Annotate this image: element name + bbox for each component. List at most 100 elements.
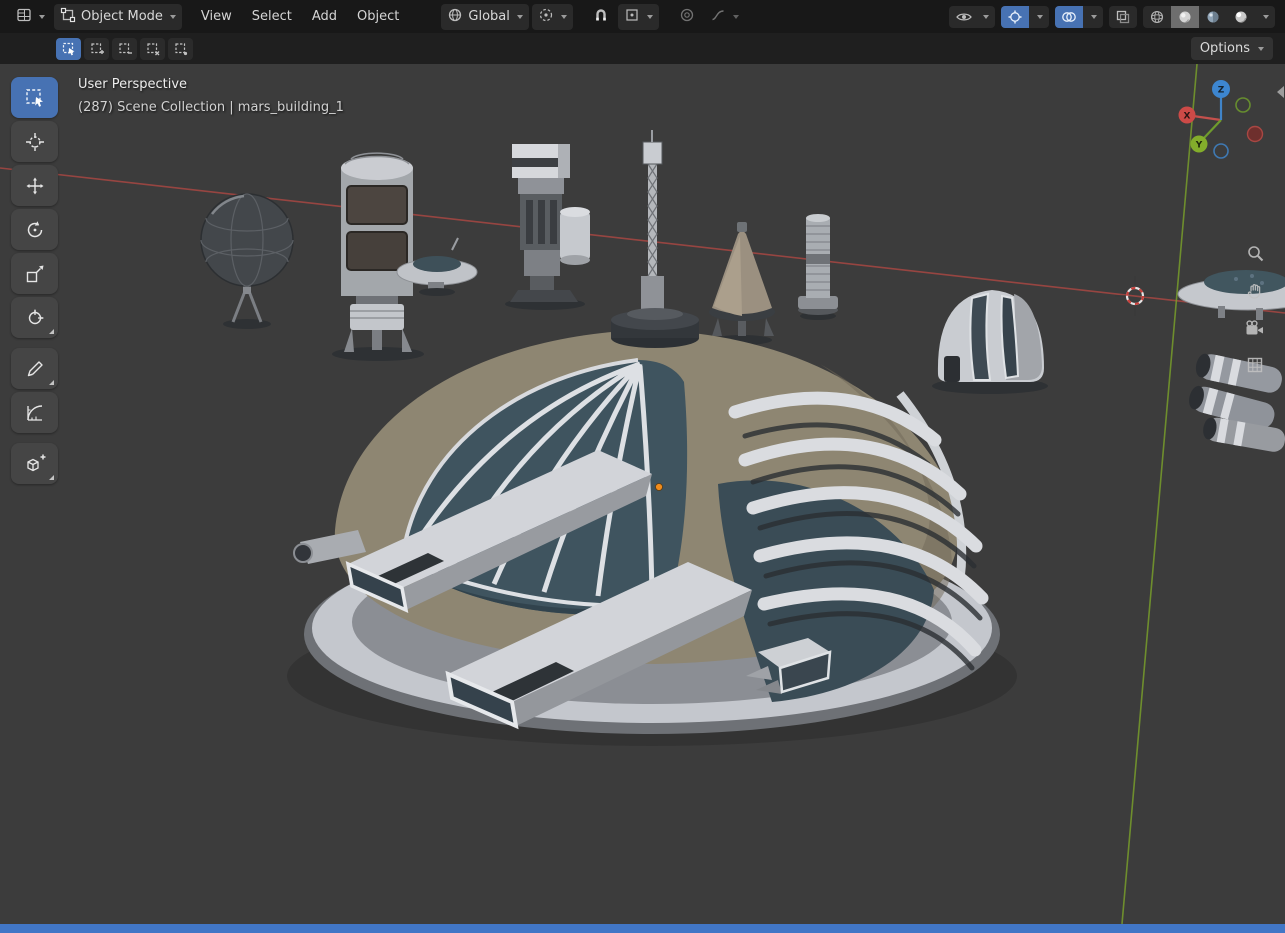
select-mode-subtract[interactable]: [112, 37, 137, 60]
shading-wireframe-button[interactable]: [1143, 6, 1171, 28]
viewport-3d: User Perspective (287) Scene Collection …: [0, 64, 1285, 924]
tool-scale-icon: [26, 265, 43, 282]
tool-annotate-icon: [27, 360, 43, 376]
gizmo-y-label: Y: [1195, 141, 1203, 151]
show-overlays-icon: [1055, 5, 1083, 28]
shading-wireframe-icon: [1150, 10, 1164, 23]
chevron-down-icon: [560, 14, 567, 19]
object-tower-silo[interactable]: [332, 152, 424, 361]
select-mode-extend[interactable]: [84, 37, 109, 60]
tool-rotate[interactable]: [11, 209, 58, 250]
proportional-editing-toggle[interactable]: [673, 4, 701, 30]
status-bar: [0, 924, 1285, 933]
chevron-down-icon: [646, 14, 653, 19]
snap-settings-dropdown[interactable]: [617, 3, 659, 30]
orientation-dropdown[interactable]: Global: [441, 3, 529, 30]
show-overlays-toggle[interactable]: [1055, 5, 1103, 28]
snap-toggle[interactable]: [587, 4, 615, 30]
select-mode-set[interactable]: [56, 37, 81, 60]
menu-object[interactable]: Object: [347, 4, 409, 29]
xray-icon: [1109, 6, 1137, 28]
options-dropdown[interactable]: Options: [1190, 37, 1273, 60]
pivot-point-icon: [538, 7, 554, 27]
tool-add-cube[interactable]: [11, 443, 58, 484]
tool-cursor-icon: [25, 132, 44, 151]
mode-dropdown[interactable]: Object Mode: [54, 3, 182, 30]
shading-solid-icon: [1179, 11, 1191, 23]
menu-bar: View Select Add Object: [191, 4, 409, 29]
object-engine-cluster[interactable]: [1186, 351, 1285, 453]
editor-type-button[interactable]: [10, 4, 51, 30]
tool-annotate[interactable]: [11, 348, 58, 389]
sidebar-collapse-arrow[interactable]: [1277, 86, 1284, 98]
zoom-icon[interactable]: [1246, 244, 1264, 262]
shading-material-button[interactable]: [1199, 6, 1227, 28]
gizmo-x-label: X: [1184, 112, 1191, 122]
tool-transform[interactable]: [11, 297, 58, 338]
tool-select-box[interactable]: [11, 77, 58, 118]
shading-mode-group: [1143, 5, 1275, 28]
visibility-dropdown[interactable]: [949, 5, 995, 28]
pan-hand-icon[interactable]: [1246, 282, 1264, 300]
viewport-header: Object Mode View Select Add Object Globa…: [0, 0, 1285, 33]
gizmo-neg-y: [1235, 97, 1251, 113]
gizmo-z-label: Z: [1218, 86, 1225, 96]
tool-scale[interactable]: [11, 253, 58, 294]
falloff-curve-icon: [710, 7, 726, 27]
gizmo-neg-x: [1246, 125, 1264, 143]
xray-toggle[interactable]: [1109, 5, 1137, 28]
transform-orientation-icon: [447, 7, 463, 27]
chevron-down-icon: [1083, 6, 1103, 28]
ortho-grid-icon[interactable]: [1246, 356, 1264, 374]
mode-label: Object Mode: [81, 9, 163, 24]
toolbar: [11, 77, 58, 484]
tool-cursor[interactable]: [11, 121, 58, 162]
tool-measure[interactable]: [11, 392, 58, 433]
object-saucer-ship[interactable]: [1177, 270, 1285, 320]
tool-move[interactable]: [11, 165, 58, 206]
tool-transform-icon: [28, 308, 44, 324]
tool-measure-icon: [26, 404, 42, 421]
menu-select[interactable]: Select: [242, 4, 302, 29]
object-cone-habitat[interactable]: [709, 222, 775, 345]
gizmo-neg-z: [1213, 143, 1229, 159]
show-gizmos-toggle[interactable]: [1001, 5, 1049, 28]
object-ribbed-column[interactable]: [798, 214, 838, 320]
orientation-label: Global: [468, 9, 510, 24]
falloff-dropdown[interactable]: [704, 4, 745, 30]
chevron-down-icon: [1029, 6, 1049, 28]
shading-dropdown[interactable]: [1255, 6, 1275, 28]
menu-view[interactable]: View: [191, 4, 242, 29]
shading-rendered-icon: [1235, 11, 1247, 23]
tool-add-cube-icon: [26, 454, 45, 471]
object-origin-dot: [655, 483, 663, 491]
view-label: User Perspective: [78, 77, 188, 92]
object-pod-building[interactable]: [932, 290, 1048, 394]
scene-3d[interactable]: [0, 64, 1285, 924]
proportional-editing-icon: [679, 7, 695, 27]
chevron-down-icon: [1258, 46, 1264, 51]
chevron-down-icon: [979, 6, 995, 28]
object-mode-icon: [60, 7, 76, 27]
select-mode-group: [56, 37, 193, 60]
show-gizmos-icon: [1001, 5, 1029, 28]
chevron-down-icon: [732, 14, 739, 19]
menu-add[interactable]: Add: [302, 4, 347, 29]
axis-gizmo[interactable]: Z X Y: [1173, 72, 1269, 172]
nav-icon-column: [1245, 244, 1265, 374]
camera-icon[interactable]: [1245, 320, 1265, 336]
magnet-icon: [593, 7, 609, 27]
select-mode-invert[interactable]: [140, 37, 165, 60]
options-label: Options: [1199, 41, 1250, 56]
object-geodesic-sphere[interactable]: [200, 193, 294, 329]
pivot-point-dropdown[interactable]: [531, 3, 573, 30]
eye-icon: [949, 6, 979, 28]
shading-solid-button[interactable]: [1171, 5, 1199, 28]
shading-rendered-button[interactable]: [1227, 6, 1255, 28]
shading-material-icon: [1207, 11, 1219, 22]
tool-rotate-icon: [27, 220, 42, 237]
select-mode-intersect[interactable]: [168, 37, 193, 60]
editor-type-icon: [16, 7, 32, 27]
breadcrumb: (287) Scene Collection | mars_building_1: [78, 100, 344, 115]
tool-select-box-icon: [25, 88, 43, 107]
